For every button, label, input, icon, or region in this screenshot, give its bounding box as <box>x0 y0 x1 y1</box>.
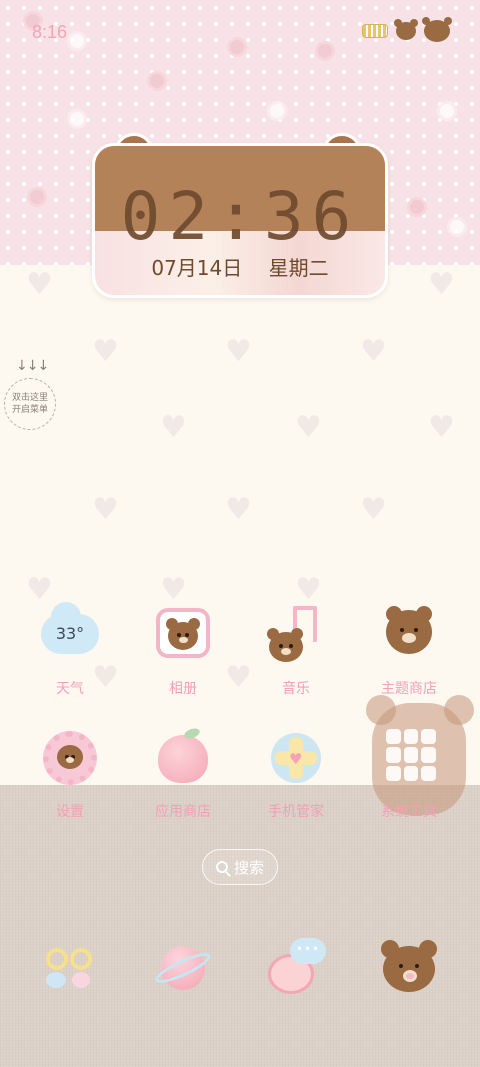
app-music[interactable]: 音乐 <box>246 606 346 698</box>
gallery-bear-icon <box>154 606 212 664</box>
app-settings[interactable]: 设置 <box>20 729 120 821</box>
app-label: 应用商店 <box>155 804 211 820</box>
app-label: 手机管家 <box>268 804 324 820</box>
down-arrows-icon: ↓↓↓ <box>16 358 49 374</box>
app-label: 设置 <box>56 804 84 820</box>
flower-decoration <box>440 104 454 118</box>
flower-decoration <box>270 104 284 118</box>
flower-decoration <box>230 40 244 54</box>
heart-decoration: ♥ <box>160 410 187 445</box>
search-button[interactable]: 搜索 <box>202 849 278 885</box>
bear-donut-icon <box>379 938 439 998</box>
clock-weekday: 星期二 <box>268 256 329 280</box>
clock-date: 07月14日 <box>151 256 243 280</box>
heart-decoration: ♥ <box>295 572 322 607</box>
clock-time: 02:36 <box>120 178 360 255</box>
flower-decoration <box>70 34 84 48</box>
app-system-tools-label[interactable]: 系统工具 <box>359 729 459 821</box>
double-tap-menu-hint[interactable]: 双击这里 开启菜单 <box>4 378 56 430</box>
theme-bear-icon <box>380 606 438 664</box>
dock-app-browser[interactable] <box>133 938 233 998</box>
search-icon <box>215 861 228 873</box>
battery-icon <box>362 24 388 38</box>
dock-app-messages[interactable]: ••• <box>246 938 346 998</box>
wifi-bear-icon <box>394 19 418 40</box>
planet-icon <box>152 938 214 998</box>
app-label: 系统工具 <box>381 804 437 820</box>
hint-line1: 双击这里 <box>11 393 48 403</box>
app-phone-manager[interactable]: ♥ 手机管家 <box>246 729 346 821</box>
app-label: 相册 <box>169 681 197 697</box>
app-theme-store[interactable]: 主题商店 <box>359 606 459 698</box>
clock-date-row: 07月14日 星期二 <box>0 252 480 281</box>
heart-decoration: ♥ <box>360 334 387 369</box>
app-label: 天气 <box>56 681 84 697</box>
flower-decoration <box>150 74 164 88</box>
weather-temp: 33° <box>55 624 85 643</box>
bear-avatar-icon <box>422 17 452 42</box>
heart-decoration: ♥ <box>360 492 387 527</box>
app-label: 主题商店 <box>381 681 437 697</box>
heart-decoration: ♥ <box>225 334 252 369</box>
heart-decoration: ♥ <box>92 334 119 369</box>
app-label: 音乐 <box>282 681 310 697</box>
heart-decoration: ♥ <box>225 492 252 527</box>
dock-app-camera[interactable] <box>359 938 459 998</box>
weather-cloud-icon: 33° <box>41 602 99 664</box>
bow-icon <box>40 938 100 998</box>
shield-heart-icon: ♥ <box>267 729 325 787</box>
app-store[interactable]: 应用商店 <box>133 726 233 821</box>
hint-line2: 开启菜单 <box>11 405 48 415</box>
heart-decoration: ♥ <box>160 572 187 607</box>
dock-app-phone[interactable] <box>20 938 120 998</box>
status-time: 8:16 <box>32 22 68 42</box>
heart-decoration: ♥ <box>295 410 322 445</box>
heart-decoration: ♥ <box>26 572 53 607</box>
status-icons <box>362 17 452 42</box>
heart-decoration: ♥ <box>92 492 119 527</box>
settings-gear-icon <box>41 729 99 787</box>
flower-decoration <box>70 112 84 126</box>
search-label: 搜索 <box>233 858 264 877</box>
chat-bubble: ••• <box>290 938 326 964</box>
music-note-bear-icon <box>267 606 325 664</box>
flower-decoration <box>318 44 332 58</box>
peach-icon <box>154 726 212 787</box>
app-gallery[interactable]: 相册 <box>133 606 233 698</box>
chat-peach-icon: ••• <box>266 938 326 998</box>
app-weather[interactable]: 33° 天气 <box>20 602 120 698</box>
heart-decoration: ♥ <box>428 410 455 445</box>
linen-background <box>0 785 480 1067</box>
